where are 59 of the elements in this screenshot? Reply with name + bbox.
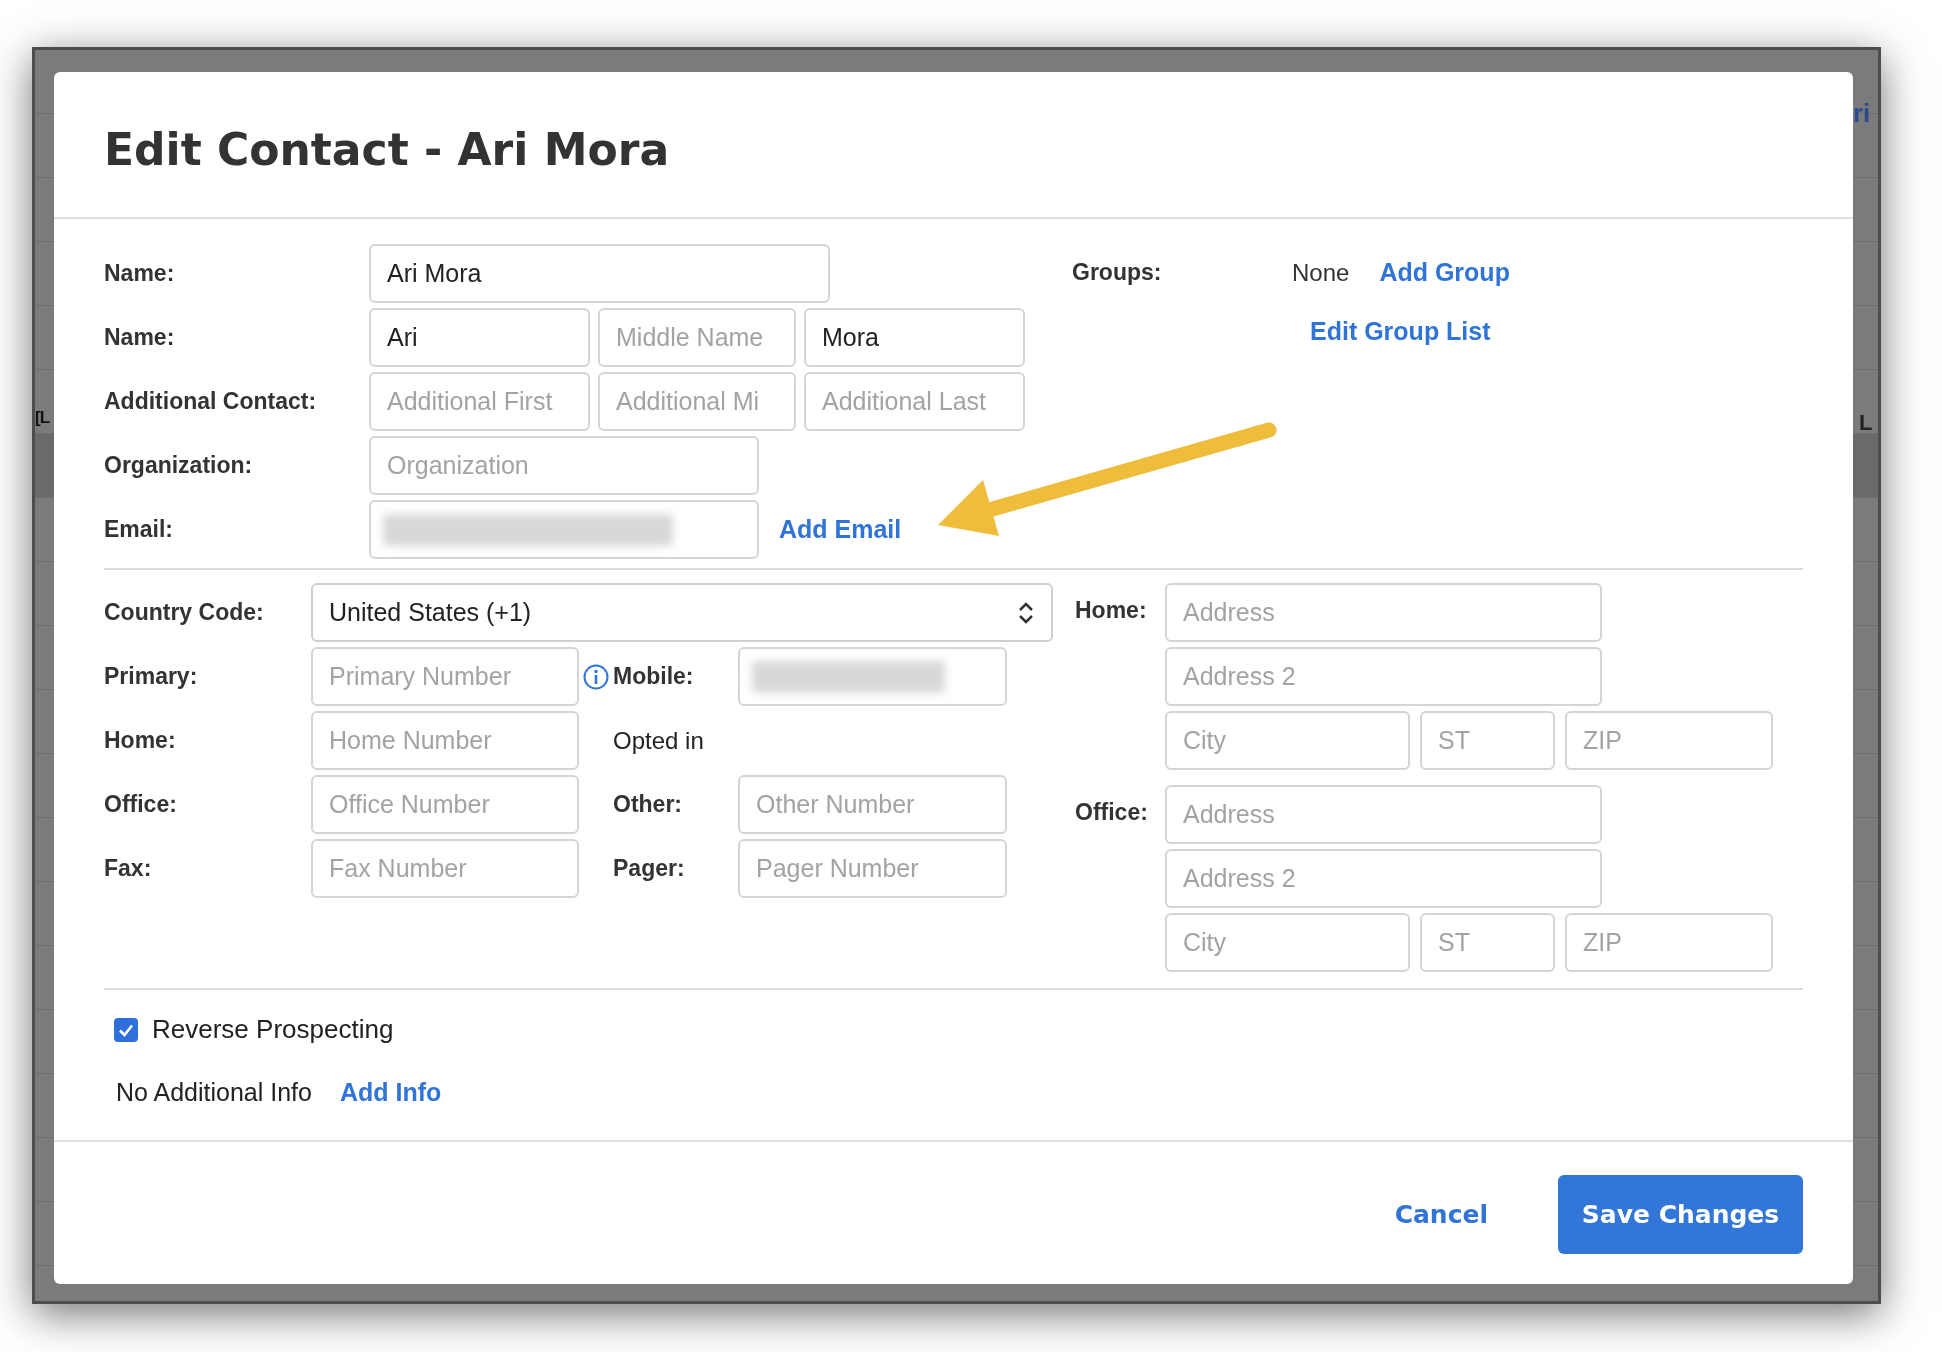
zip-field[interactable]: ZIP [1565, 711, 1773, 770]
info-icon[interactable] [583, 663, 609, 690]
zip-field[interactable]: ZIP [1565, 913, 1773, 972]
name-field[interactable]: Ari [369, 308, 590, 367]
phone-field[interactable] [738, 647, 1007, 706]
background-text: ri [1853, 97, 1871, 130]
field-label: Name: [104, 260, 175, 287]
name-field[interactable]: Additional Mi [598, 372, 796, 431]
field-label: Other: [613, 791, 682, 818]
state-field[interactable]: ST [1420, 711, 1555, 770]
save-changes-button[interactable]: Save Changes [1558, 1175, 1803, 1255]
city-field[interactable]: City [1165, 711, 1410, 770]
name-field[interactable]: Additional First [369, 372, 590, 431]
phone-field[interactable]: Home Number [311, 711, 579, 770]
background-text: [L [35, 408, 50, 428]
city-field[interactable]: City [1165, 913, 1410, 972]
field-label: Primary: [104, 663, 198, 690]
email-field[interactable] [369, 500, 759, 559]
field-label: Mobile: [613, 663, 694, 690]
field-label: Email: [104, 516, 174, 543]
address-label: Home: [1075, 597, 1147, 623]
phone-field[interactable]: Other Number [738, 775, 1007, 834]
checkbox-label: Reverse Prospecting [152, 1013, 394, 1046]
add-email-link[interactable]: Add Email [779, 510, 902, 549]
phone-field[interactable]: Primary Number [311, 647, 579, 706]
field-label: Home: [104, 727, 176, 754]
add-info-link[interactable]: Add Info [340, 1074, 442, 1112]
field-label: Organization: [104, 452, 253, 479]
name-field[interactable]: Organization [369, 436, 759, 495]
field-label: Pager: [613, 855, 685, 882]
address-field[interactable]: Address 2 [1165, 647, 1602, 706]
name-field[interactable]: Middle Name [598, 308, 796, 367]
state-field[interactable]: ST [1420, 913, 1555, 972]
field-label: Groups: [1072, 259, 1162, 286]
field-label: Name: [104, 324, 175, 351]
add-group-link[interactable]: Add Group [1379, 253, 1510, 292]
name-field[interactable]: Mora [804, 308, 1025, 367]
address-field[interactable]: Address 2 [1165, 849, 1602, 908]
name-field[interactable]: Additional Last [804, 372, 1025, 431]
field-label: Fax: [104, 855, 152, 882]
phone-field[interactable]: Fax Number [311, 839, 579, 898]
groups-value: None [1292, 257, 1350, 288]
edit-group-list-link[interactable]: Edit Group List [1310, 317, 1491, 345]
field-label: Additional Contact: [104, 388, 317, 415]
field-label: Office: [104, 791, 177, 818]
name-field[interactable]: Ari Mora [369, 244, 830, 303]
address-field[interactable]: Address [1165, 785, 1602, 844]
country-select[interactable]: United States (+1) [311, 583, 1053, 642]
phone-field[interactable]: Office Number [311, 775, 579, 834]
address-field[interactable]: Address [1165, 583, 1602, 642]
dialog-title: Edit Contact - Ari Mora [104, 122, 670, 177]
field-label: Country Code: [104, 599, 264, 626]
cancel-button[interactable]: Cancel [1394, 1196, 1488, 1234]
checkbox[interactable] [114, 1017, 138, 1042]
address-label: Office: [1075, 799, 1148, 825]
opted-in-status: Opted in [613, 725, 704, 756]
phone-field[interactable]: Pager Number [738, 839, 1007, 898]
additional-info-text: No Additional Info [116, 1077, 312, 1108]
background-text: L [1859, 409, 1873, 437]
